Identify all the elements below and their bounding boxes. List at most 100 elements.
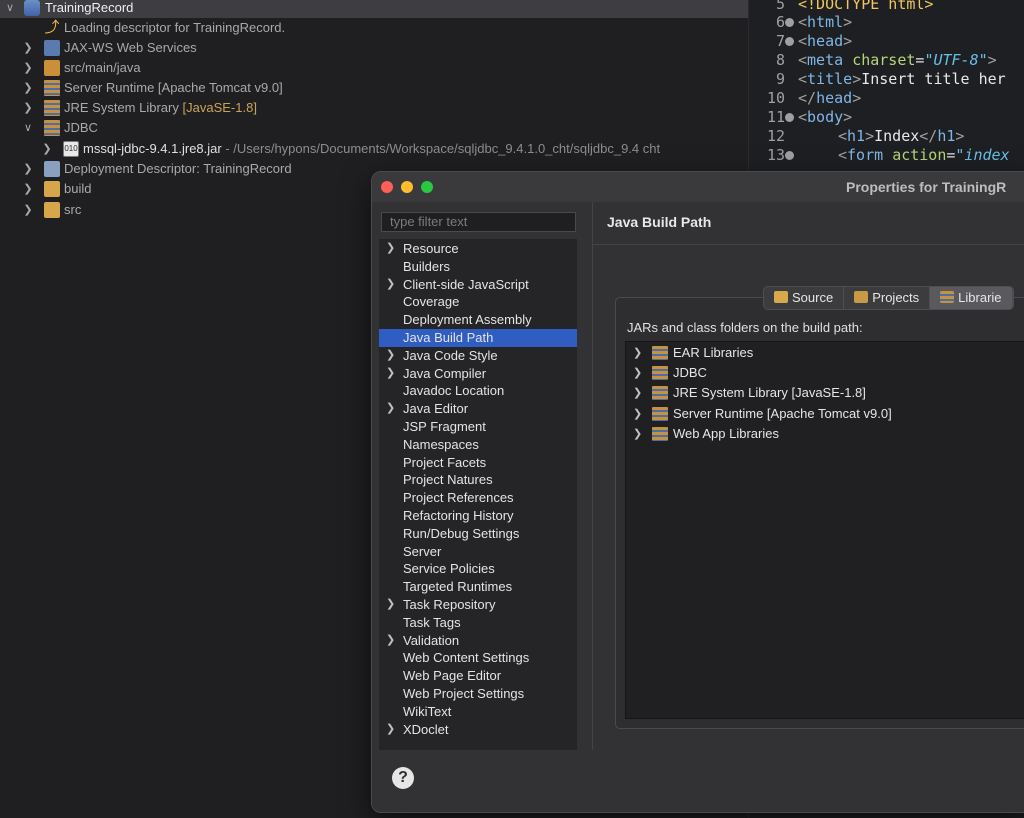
fold-toggle-icon[interactable] xyxy=(785,113,794,122)
nav-item[interactable]: Refactoring History xyxy=(379,507,577,525)
chevron-right-icon[interactable]: ❯ xyxy=(386,240,395,258)
chevron-right-icon[interactable]: ❯ xyxy=(386,400,395,418)
library-row[interactable]: ❯ EAR Libraries xyxy=(626,343,1024,363)
nav-item[interactable]: ❯ Validation xyxy=(379,632,577,650)
folder-icon xyxy=(44,202,60,218)
nav-item[interactable]: Task Tags xyxy=(379,614,577,632)
chevron-right-icon[interactable]: ❯ xyxy=(22,98,34,118)
project-icon xyxy=(24,0,40,16)
code-tag: h1 xyxy=(937,127,956,145)
chevron-right-icon[interactable]: ❯ xyxy=(386,365,395,383)
chevron-right-icon[interactable]: ❯ xyxy=(22,159,34,179)
maximize-window-button[interactable] xyxy=(421,181,433,193)
code-text: Insert title her xyxy=(861,70,1006,88)
folder-icon xyxy=(44,181,60,197)
nav-item-label: Refactoring History xyxy=(403,508,514,523)
chevron-right-icon[interactable]: ❯ xyxy=(22,58,34,78)
nav-item[interactable]: Run/Debug Settings xyxy=(379,525,577,543)
tree-item-project[interactable]: ∨ TrainingRecord xyxy=(0,0,748,18)
chevron-right-icon[interactable]: ❯ xyxy=(633,343,642,363)
tab-label: Librarie xyxy=(958,290,1002,305)
code-tag: body xyxy=(807,108,844,126)
nav-item[interactable]: ❯ XDoclet xyxy=(379,721,577,739)
projects-tab-icon xyxy=(854,291,869,303)
library-row[interactable]: ❯ Server Runtime [Apache Tomcat v9.0] xyxy=(626,404,1024,424)
nav-item[interactable]: Project Facets xyxy=(379,454,577,472)
nav-item[interactable]: Java Build Path xyxy=(379,329,577,347)
nav-item-label: Web Project Settings xyxy=(403,686,525,701)
tab-label: Projects xyxy=(872,290,920,305)
nav-item[interactable]: WikiText xyxy=(379,703,577,721)
library-row[interactable]: ❯ JRE System Library [JavaSE-1.8] xyxy=(626,383,1024,403)
nav-item[interactable]: Service Policies xyxy=(379,560,577,578)
nav-item[interactable]: Project Natures xyxy=(379,471,577,489)
nav-item[interactable]: Deployment Assembly xyxy=(379,311,577,329)
dialog-titlebar[interactable]: Properties for TrainingR xyxy=(372,172,1024,203)
chevron-right-icon[interactable]: ❯ xyxy=(386,596,395,614)
minimize-window-button[interactable] xyxy=(401,181,413,193)
library-tree[interactable]: ❯ EAR Libraries ❯ JDBC ❯ JRE System Library [… xyxy=(625,341,1024,719)
chevron-right-icon[interactable]: ❯ xyxy=(633,404,642,424)
nav-item[interactable]: ❯ Java Editor xyxy=(379,400,577,418)
nav-item-label: Client-side JavaScript xyxy=(403,276,529,292)
dialog-footer: ? xyxy=(372,750,1024,812)
chevron-right-icon[interactable]: ❯ xyxy=(386,721,395,739)
nav-item[interactable]: Web Content Settings xyxy=(379,649,577,667)
filter-input[interactable] xyxy=(381,212,576,232)
nav-item[interactable]: JSP Fragment xyxy=(379,418,577,436)
tree-item-label: JDBC xyxy=(64,120,98,135)
chevron-right-icon[interactable]: ❯ xyxy=(22,38,34,58)
chevron-right-icon[interactable]: ❯ xyxy=(386,347,395,365)
nav-item[interactable]: Project References xyxy=(379,489,577,507)
library-label: Server Runtime [Apache Tomcat v9.0] xyxy=(673,405,892,421)
chevron-right-icon[interactable]: ❯ xyxy=(633,424,642,444)
chevron-right-icon[interactable]: ❯ xyxy=(22,200,34,220)
library-row[interactable]: ❯ JDBC xyxy=(626,363,1024,383)
nav-item[interactable]: Javadoc Location xyxy=(379,382,577,400)
nav-item[interactable]: Namespaces xyxy=(379,436,577,454)
library-row[interactable]: ❯ Web App Libraries xyxy=(626,424,1024,444)
nav-item-label: Run/Debug Settings xyxy=(403,525,520,541)
nav-item[interactable]: Builders xyxy=(379,258,577,276)
page-title: Java Build Path xyxy=(607,214,712,230)
chevron-right-icon[interactable]: ❯ xyxy=(41,139,53,159)
line-number: 9 xyxy=(775,70,785,88)
nav-item[interactable]: Web Page Editor xyxy=(379,667,577,685)
source-folder-icon xyxy=(44,60,60,76)
java-build-path-panel: Java Build Path Source Projects Librarie… xyxy=(593,202,1024,750)
chevron-right-icon[interactable]: ❯ xyxy=(22,179,34,199)
nav-item[interactable]: Server xyxy=(379,543,577,561)
nav-item-label: WikiText xyxy=(403,703,452,719)
chevron-right-icon[interactable]: ❯ xyxy=(386,276,395,294)
nav-item[interactable]: Targeted Runtimes xyxy=(379,578,577,596)
line-number: 6 xyxy=(775,13,785,31)
nav-item-label: Service Policies xyxy=(403,561,495,577)
properties-nav-list: ❯ Resource Builders ❯ Client-side JavaScript… xyxy=(379,239,577,750)
nav-item[interactable]: ❯ Java Code Style xyxy=(379,347,577,365)
close-window-button[interactable] xyxy=(381,181,393,193)
nav-item[interactable]: ❯ Java Compiler xyxy=(379,365,577,383)
library-icon xyxy=(44,120,60,136)
nav-item[interactable]: ❯ Task Repository xyxy=(379,596,577,614)
nav-item-label: Task Tags xyxy=(403,614,461,630)
nav-item[interactable]: Coverage xyxy=(379,293,577,311)
tab-projects[interactable]: Projects xyxy=(844,287,931,309)
fold-toggle-icon[interactable] xyxy=(785,18,794,27)
code-tag: h1 xyxy=(847,127,866,145)
chevron-down-icon[interactable]: ∨ xyxy=(22,118,34,138)
chevron-right-icon[interactable]: ❯ xyxy=(22,78,34,98)
fold-toggle-icon[interactable] xyxy=(785,151,794,160)
tab-libraries[interactable]: Librarie xyxy=(930,287,1013,309)
chevron-right-icon[interactable]: ❯ xyxy=(386,632,395,650)
nav-item[interactable]: ❯ Resource xyxy=(379,240,577,258)
tab-source[interactable]: Source xyxy=(764,287,845,309)
nav-item[interactable]: ❯ Client-side JavaScript xyxy=(379,276,577,294)
nav-item[interactable]: Web Project Settings xyxy=(379,685,577,703)
fold-toggle-icon[interactable] xyxy=(785,37,794,46)
chevron-down-icon[interactable]: ∨ xyxy=(4,0,16,18)
chevron-right-icon[interactable]: ❯ xyxy=(633,363,642,383)
help-icon[interactable]: ? xyxy=(392,767,414,789)
tree-item-label: Server Runtime [Apache Tomcat v9.0] xyxy=(64,80,283,95)
nav-item-label: Project Facets xyxy=(403,454,487,470)
chevron-right-icon[interactable]: ❯ xyxy=(633,383,642,403)
